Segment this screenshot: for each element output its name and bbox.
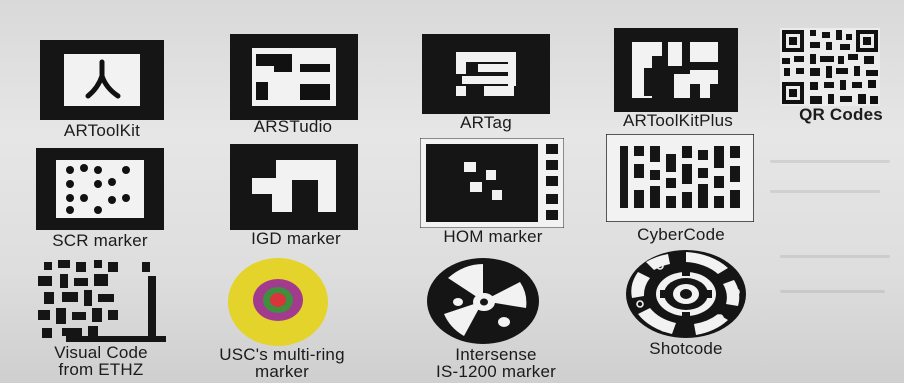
marker-label: USC's multi-ring marker — [202, 346, 362, 380]
marker-label: Intersense IS-1200 marker — [412, 346, 580, 380]
marker-label-line: from ETHZ — [58, 360, 144, 379]
marker-label: HOM marker — [443, 227, 543, 246]
marker-label-line: Intersense — [455, 345, 537, 364]
marker-label: CyberCode — [637, 225, 725, 244]
visual-code-marker-icon — [38, 260, 166, 342]
arstudio-marker-icon — [230, 34, 358, 120]
marker-label: SCR marker — [52, 231, 148, 250]
hom-marker-icon — [420, 138, 564, 228]
artag-marker-icon — [422, 34, 550, 114]
artoolkit-marker-icon — [40, 40, 164, 120]
marker-label-line: USC's multi-ring — [219, 345, 345, 364]
marker-label: QR Codes — [799, 105, 883, 124]
cybercode-marker-icon — [606, 134, 754, 222]
igd-marker-icon — [230, 144, 358, 230]
marker-label-line: marker — [254, 362, 310, 381]
background-text-line — [780, 255, 890, 258]
marker-label: IGD marker — [251, 229, 341, 248]
marker-figure: ARToolKit ARSTudio ARTag ARToolKitPlus Q… — [0, 0, 904, 383]
background-text-line — [780, 290, 885, 293]
qr-code-icon — [780, 28, 880, 106]
background-text-line — [770, 160, 890, 163]
scr-marker-icon — [36, 148, 164, 230]
marker-label-line: Visual Code — [54, 343, 148, 362]
marker-label: ARToolKit — [63, 121, 141, 140]
marker-label: Shotcode — [649, 339, 723, 358]
marker-label: ARToolKitPlus — [622, 111, 733, 130]
marker-label: Visual Code from ETHZ — [26, 344, 176, 378]
shotcode-marker-icon — [626, 250, 746, 338]
artoolkitplus-marker-icon — [614, 28, 738, 112]
multi-ring-marker-icon — [228, 258, 328, 346]
background-text-line — [770, 190, 880, 193]
marker-label: ARSTudio — [253, 117, 333, 136]
marker-label-line: IS-1200 marker — [436, 362, 556, 381]
marker-label: ARTag — [460, 113, 512, 132]
intersense-marker-icon — [427, 258, 539, 344]
